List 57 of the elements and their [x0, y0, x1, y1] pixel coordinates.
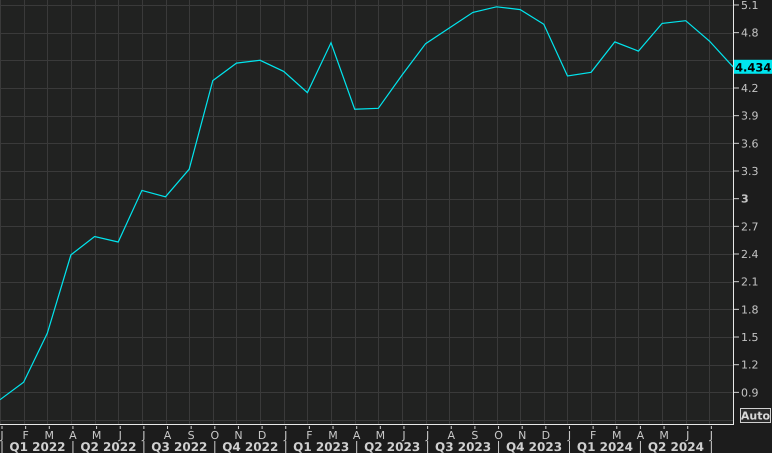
- y-tick-label: 0.9: [741, 386, 758, 400]
- month-label: A: [164, 429, 172, 442]
- y-tick-label: 3.3: [741, 165, 758, 178]
- month-label: F: [306, 429, 313, 442]
- month-label: A: [69, 429, 77, 442]
- month-label: M: [376, 429, 386, 442]
- quarter-label: Q4 2023: [506, 440, 562, 453]
- quarter-label: Q2 2023: [364, 440, 420, 453]
- month-label: F: [22, 429, 29, 442]
- y-tick-label: 2.1: [741, 276, 758, 289]
- month-label: J: [0, 429, 4, 442]
- y-tick-label: 3.9: [741, 110, 758, 123]
- month-label: J: [686, 429, 690, 442]
- y-tick-label: 5.1: [741, 0, 758, 12]
- quarter-label: Q1 2023: [293, 440, 350, 453]
- month-label: J: [118, 429, 122, 442]
- quarter-label: Q1 2022: [9, 440, 66, 453]
- month-label: M: [659, 429, 669, 442]
- y-tick-label: 3: [741, 192, 749, 206]
- month-label: M: [44, 429, 54, 442]
- month-label: J: [142, 429, 146, 442]
- last-value-badge: 4.434: [734, 60, 772, 74]
- month-label: J: [284, 429, 288, 442]
- month-label: O: [210, 429, 220, 442]
- y-tick-label: 4.8: [741, 26, 758, 40]
- month-label: S: [471, 429, 478, 442]
- quarter-label: Q1 2024: [576, 440, 634, 453]
- y-tick-label: 1.5: [741, 331, 758, 344]
- month-label: J: [710, 429, 713, 442]
- month-label: M: [92, 429, 102, 442]
- auto-scale-button[interactable]: Auto: [740, 408, 771, 423]
- y-tick-label: 2.4: [741, 248, 758, 262]
- month-label: A: [352, 429, 360, 442]
- y-tick-label: 1.2: [741, 358, 758, 372]
- month-label: J: [402, 429, 406, 442]
- month-label: O: [494, 429, 503, 442]
- quarter-label: Q2 2022: [80, 440, 136, 453]
- quarter-label: Q3 2022: [151, 440, 208, 453]
- month-label: D: [542, 429, 550, 442]
- month-label: N: [234, 429, 243, 442]
- quarter-label: Q3 2023: [435, 440, 492, 453]
- quarter-label: Q2 2024: [648, 440, 704, 453]
- y-tick-label: 3.6: [741, 137, 758, 150]
- month-label: J: [426, 429, 430, 442]
- month-label: A: [448, 429, 456, 442]
- month-label: S: [188, 429, 195, 442]
- y-tick-label: 4.2: [741, 82, 758, 95]
- month-label: F: [590, 429, 596, 442]
- quarter-label: Q4 2022: [222, 440, 278, 453]
- month-label: D: [258, 429, 266, 442]
- month-label: N: [518, 429, 526, 442]
- y-tick-label: 1.8: [741, 303, 758, 316]
- month-label: M: [612, 429, 622, 442]
- month-label: J: [568, 429, 572, 442]
- month-label: A: [636, 429, 644, 442]
- y-tick-label: 2.7: [741, 220, 758, 234]
- month-label: M: [328, 429, 338, 442]
